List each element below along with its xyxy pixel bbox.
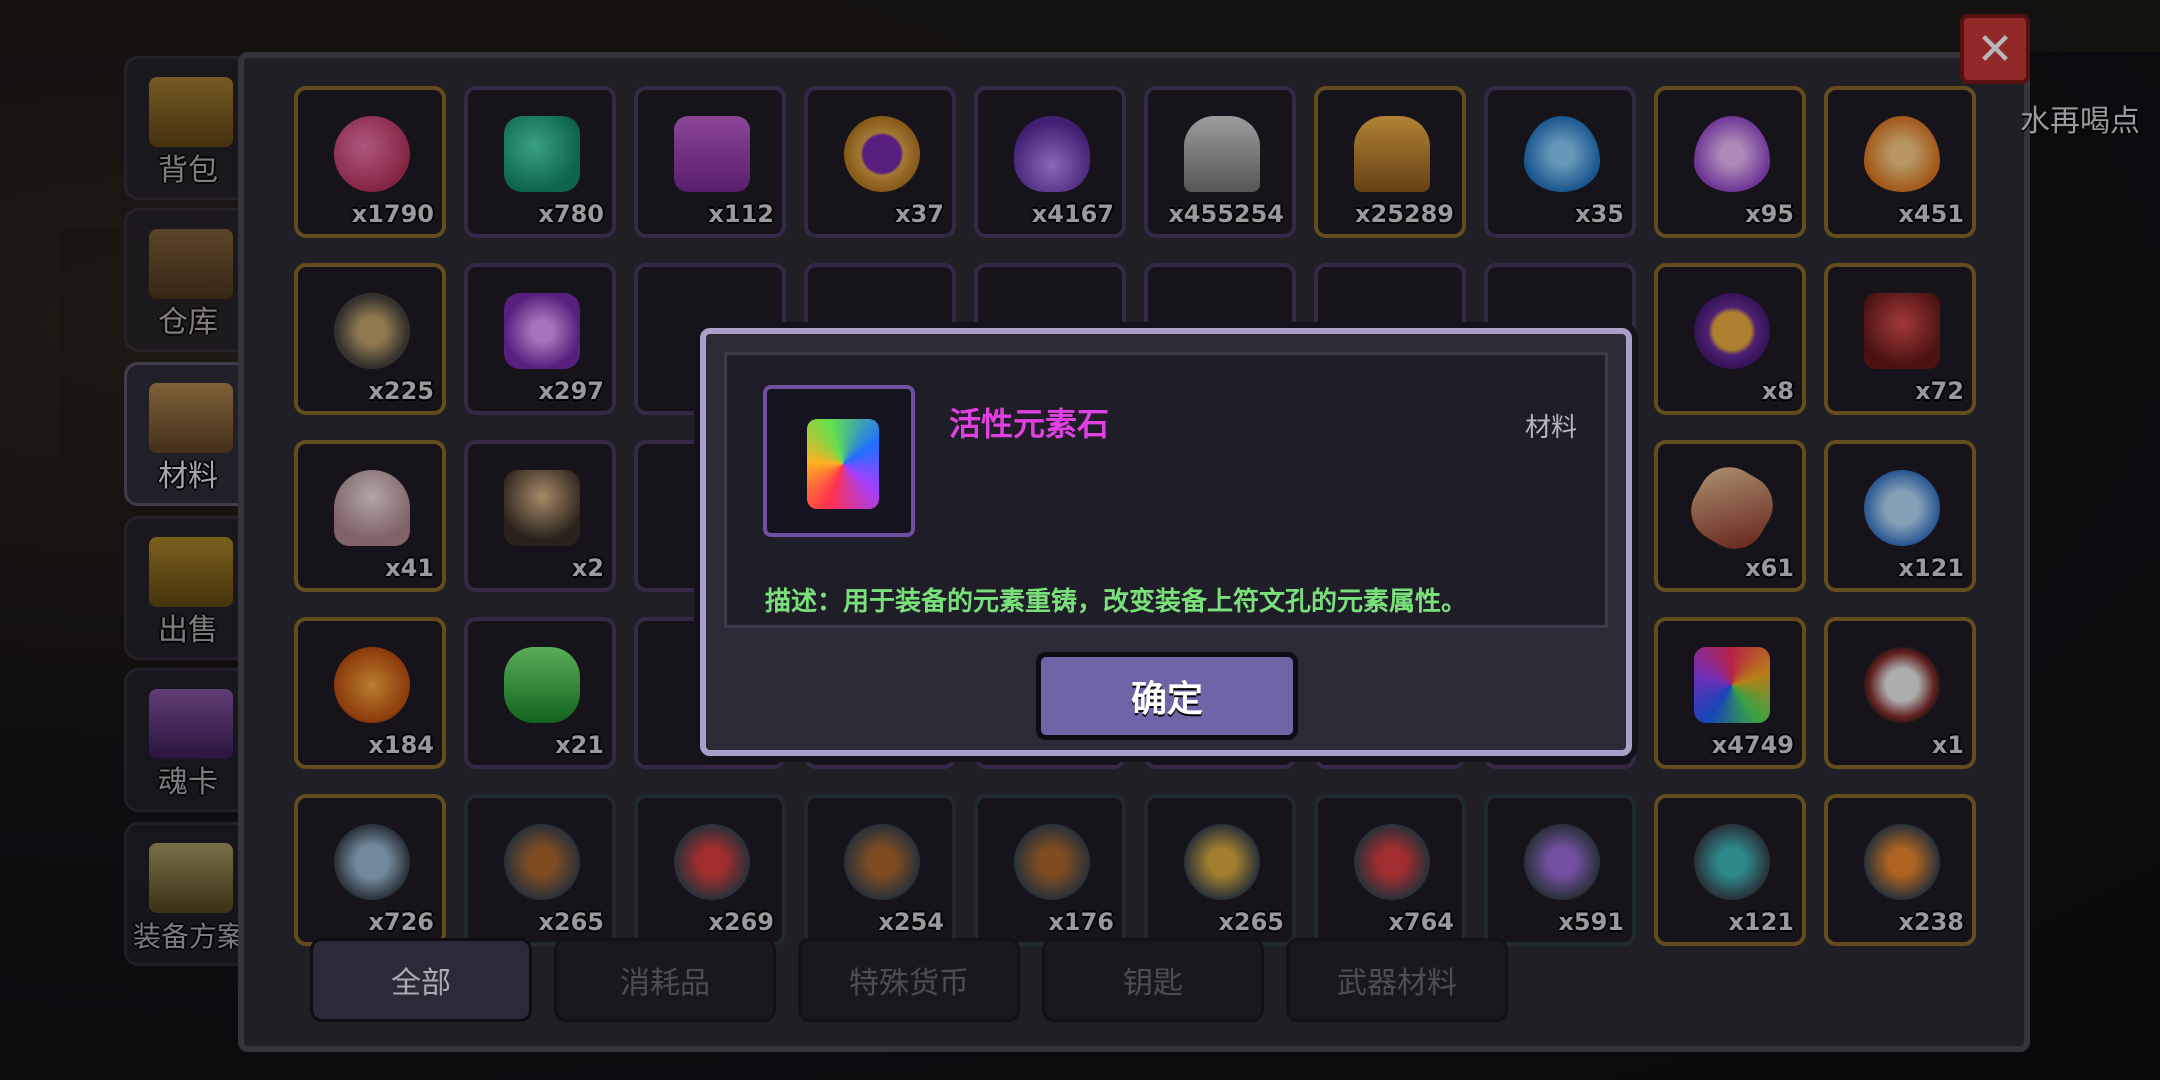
item-detail-content: 活性元素石 材料 描述：用于装备的元素重铸，改变装备上符文孔的元素属性。 [724,352,1608,628]
item-icon-frame [763,385,915,537]
elemental-crystal-icon [807,419,879,509]
item-name: 活性元素石 [949,405,1110,443]
confirm-button-label: 确定 [1130,679,1203,720]
item-type: 材料 [1524,413,1577,443]
confirm-button[interactable]: 确定 [1036,652,1298,740]
item-description: 描述：用于装备的元素重铸，改变装备上符文孔的元素属性。 [765,587,1468,617]
item-detail-dialog: 活性元素石 材料 描述：用于装备的元素重铸，改变装备上符文孔的元素属性。 确定 [700,328,1632,756]
